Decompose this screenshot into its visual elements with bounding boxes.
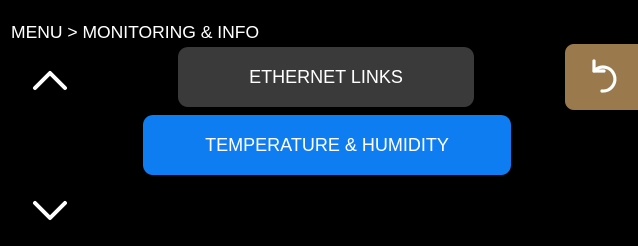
chevron-up-icon	[33, 71, 67, 90]
menu-item-ethernet-links[interactable]: ETHERNET LINKS	[178, 47, 474, 107]
menu-item-label: ETHERNET LINKS	[249, 66, 403, 87]
chevron-down-icon	[33, 201, 67, 220]
menu-item-temperature-humidity[interactable]: TEMPERATURE & HUMIDITY	[143, 115, 511, 175]
menu-item-label: TEMPERATURE & HUMIDITY	[205, 134, 449, 155]
breadcrumb: MENU > MONITORING & INFO	[11, 22, 260, 42]
scroll-up-button[interactable]	[30, 64, 70, 94]
back-arrow-icon	[591, 59, 617, 93]
back-button[interactable]	[565, 44, 638, 110]
scroll-down-button[interactable]	[30, 196, 70, 226]
